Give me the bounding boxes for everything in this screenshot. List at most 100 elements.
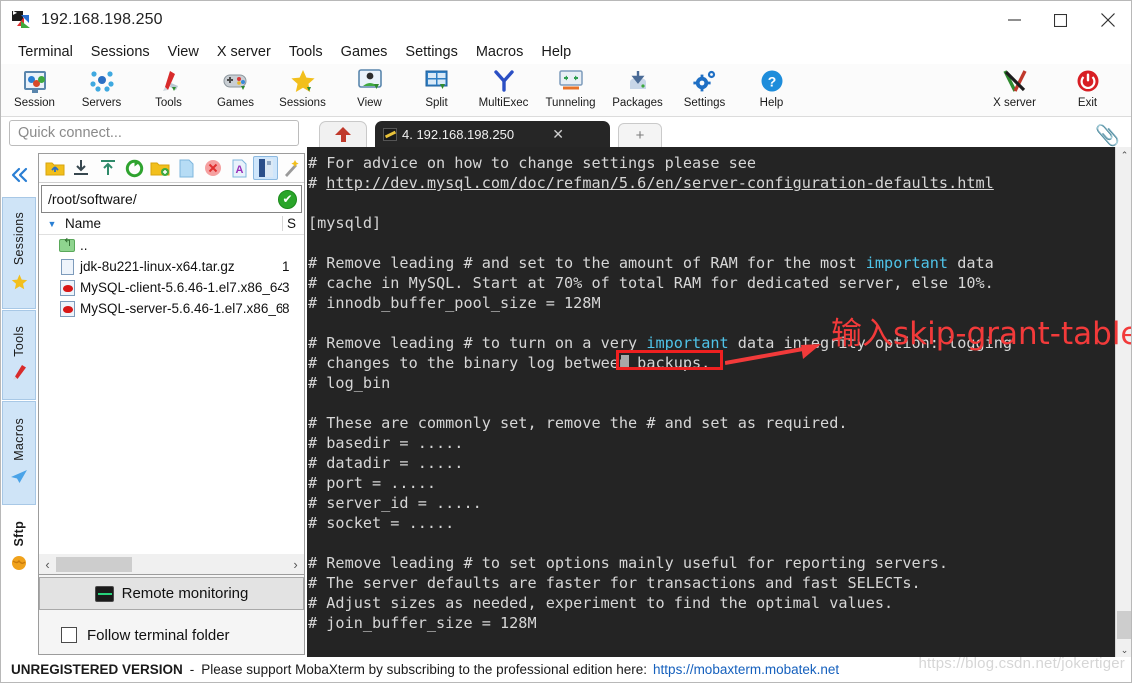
svg-text:A: A	[235, 164, 243, 176]
terminal-scrollbar[interactable]: ⌃ ⌄	[1115, 147, 1131, 659]
binary-mode-icon[interactable]	[253, 156, 278, 180]
column-header-size[interactable]: S	[282, 216, 304, 231]
scroll-left-arrow-icon[interactable]: ‹	[39, 557, 56, 572]
games-icon	[222, 67, 250, 94]
quick-connect-input[interactable]: Quick connect...	[9, 120, 299, 146]
toolbar-xserver-button[interactable]: X server	[981, 64, 1048, 116]
menu-view[interactable]: View	[159, 43, 208, 61]
toolbar-exit-button[interactable]: Exit	[1054, 64, 1121, 116]
toolbar-help-label: Help	[759, 97, 784, 109]
toolbar-session-button[interactable]: Session	[1, 64, 68, 116]
text-mode-icon[interactable]: A	[227, 156, 251, 180]
status-dash: -	[189, 662, 195, 677]
toolbar-tunneling-button[interactable]: Tunneling	[537, 64, 604, 116]
new-folder-icon[interactable]	[148, 156, 172, 180]
toolbar-servers-button[interactable]: Servers	[68, 64, 135, 116]
download-icon[interactable]	[69, 156, 93, 180]
help-question-icon: ?	[760, 67, 784, 94]
mobaxterm-window: 192.168.198.250 Terminal Sessions View X…	[0, 0, 1132, 683]
terminal-area: 4. 192.168.198.250 ✕ + 📎 # For advice on…	[307, 119, 1132, 659]
terminal-line: # http://dev.mysql.com/doc/refman/5.6/en…	[308, 174, 994, 192]
terminal-line: # These are commonly set, remove the # a…	[308, 414, 848, 432]
follow-terminal-folder-checkbox[interactable]	[61, 627, 77, 643]
refresh-icon[interactable]	[122, 156, 146, 180]
scrollbar-thumb[interactable]	[56, 557, 132, 572]
annotation-text: 输入skip-grant-tables	[831, 316, 1132, 352]
menu-help[interactable]: Help	[532, 43, 580, 61]
toolbar-games-button[interactable]: Games	[202, 64, 269, 116]
terminal-line: # For advice on how to change settings p…	[308, 154, 757, 172]
menu-x-server[interactable]: X server	[208, 43, 280, 61]
sidebar-item-macros[interactable]: Macros	[2, 401, 36, 505]
new-file-icon[interactable]	[174, 156, 198, 180]
toolbar-view-button[interactable]: View	[336, 64, 403, 116]
toolbar-help-button[interactable]: ? Help	[738, 64, 805, 116]
table-row[interactable]: MySQL-client-5.6.46-1.el7.x86_64... 3	[39, 277, 304, 298]
go-up-folder-icon[interactable]	[43, 156, 67, 180]
toolbar-tools-button[interactable]: Tools	[135, 64, 202, 116]
menu-tools[interactable]: Tools	[280, 43, 332, 61]
toolbar-multiexec-label: MultiExec	[478, 97, 529, 109]
menu-sessions[interactable]: Sessions	[82, 43, 159, 61]
toolbar-packages-button[interactable]: Packages	[604, 64, 671, 116]
table-row[interactable]: MySQL-server-5.6.46-1.el7.x86_6... 8	[39, 298, 304, 319]
sidebar-item-sftp[interactable]: Sftp	[2, 506, 36, 590]
file-list-horizontal-scrollbar[interactable]: ‹ ›	[38, 554, 305, 575]
terminal-line: # datadir = .....	[308, 454, 464, 472]
file-name: ..	[80, 238, 88, 253]
delete-icon[interactable]	[201, 156, 225, 180]
toolbar-sessions-button[interactable]: Sessions	[269, 64, 336, 116]
status-bar: UNREGISTERED VERSION - Please support Mo…	[1, 657, 1131, 682]
column-header-name[interactable]: Name	[65, 216, 282, 231]
close-button[interactable]	[1083, 1, 1131, 39]
table-row[interactable]: ..	[39, 235, 304, 256]
title-bar: 192.168.198.250	[1, 1, 1131, 39]
terminal-line: # log_bin	[308, 374, 391, 392]
menu-macros[interactable]: Macros	[467, 43, 533, 61]
tools-icon	[156, 67, 182, 94]
new-tab-button[interactable]: +	[618, 123, 662, 147]
sftp-toolbar: A	[39, 154, 304, 183]
menu-games[interactable]: Games	[332, 43, 397, 61]
sftp-path-bar[interactable]: /root/software/ ✔	[41, 185, 302, 213]
tab-strip: 4. 192.168.198.250 ✕ + 📎	[307, 119, 1131, 148]
minimize-button[interactable]	[991, 1, 1037, 39]
sort-caret-icon[interactable]: ▼	[39, 219, 65, 229]
toolbar-settings-label: Settings	[683, 97, 726, 109]
toolbar-view-label: View	[357, 97, 382, 109]
table-row[interactable]: jdk-8u221-linux-x64.tar.gz 1	[39, 256, 304, 277]
menu-terminal[interactable]: Terminal	[9, 43, 82, 61]
terminal-line: # cache in MySQL. Start at 70% of total …	[308, 274, 994, 292]
tab-close-icon[interactable]: ✕	[552, 126, 564, 143]
unregistered-label: UNREGISTERED VERSION	[11, 662, 183, 677]
upload-icon[interactable]	[96, 156, 120, 180]
tab-session[interactable]: 4. 192.168.198.250 ✕	[375, 121, 610, 147]
scroll-right-arrow-icon[interactable]: ›	[287, 557, 304, 572]
scrollbar-thumb[interactable]	[1117, 611, 1131, 639]
file-size: 1	[282, 259, 290, 274]
packages-icon	[626, 67, 650, 94]
svg-text:?: ?	[767, 73, 776, 89]
toolbar-settings-button[interactable]: Settings	[671, 64, 738, 116]
follow-terminal-folder-row[interactable]: Follow terminal folder	[39, 619, 304, 651]
sidebar-item-tools[interactable]: Tools	[2, 310, 36, 400]
scroll-up-arrow-icon[interactable]: ⌃	[1116, 147, 1131, 164]
tab-session-label: 4. 192.168.198.250	[402, 126, 515, 142]
terminal-line: [mysqld]	[308, 214, 382, 232]
mobaxterm-link[interactable]: https://mobaxterm.mobatek.net	[653, 662, 839, 677]
paperclip-icon[interactable]: 📎	[1095, 123, 1120, 148]
toolbar-session-label: Session	[14, 97, 55, 109]
collapse-sidebar-button[interactable]	[2, 153, 38, 197]
remote-monitoring-button[interactable]: Remote monitoring	[39, 577, 304, 610]
maximize-button[interactable]	[1037, 1, 1083, 39]
toolbar-sessions-label: Sessions	[279, 97, 326, 109]
toolbar-split-button[interactable]: Split	[403, 64, 470, 116]
toolbar-split-label: Split	[425, 97, 448, 109]
magic-wand-icon[interactable]	[280, 156, 304, 180]
window-controls	[991, 1, 1131, 39]
toolbar-multiexec-button[interactable]: MultiExec	[470, 64, 537, 116]
sidebar-item-sessions[interactable]: Sessions	[2, 197, 36, 309]
terminal-output[interactable]: # For advice on how to change settings p…	[307, 147, 1115, 659]
menu-settings[interactable]: Settings	[396, 43, 466, 61]
tab-home[interactable]	[319, 121, 367, 147]
